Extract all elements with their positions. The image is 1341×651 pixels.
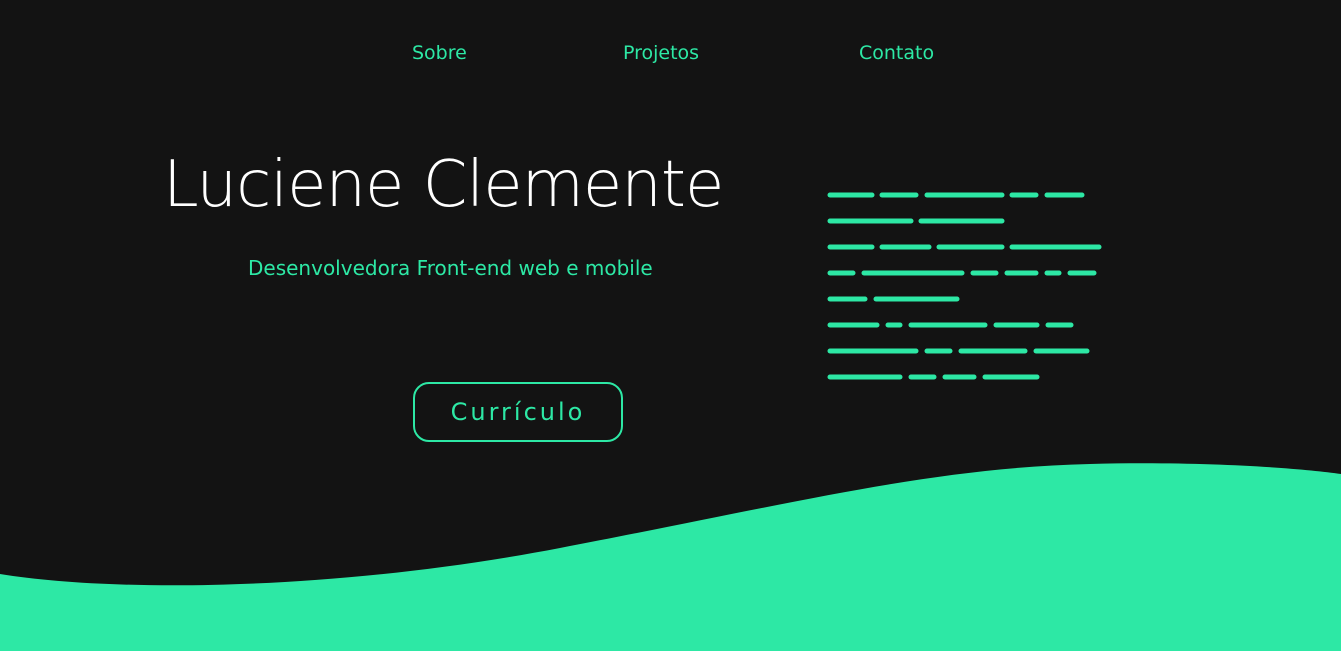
curriculo-button[interactable]: Currículo (413, 382, 623, 442)
top-nav: Sobre Projetos Contato (0, 42, 1341, 68)
nav-link-contato[interactable]: Contato (859, 42, 934, 64)
nav-link-projetos[interactable]: Projetos (623, 42, 699, 64)
wave-background (0, 463, 1341, 651)
hero-subtitle: Desenvolvedora Front-end web e mobile (248, 256, 653, 280)
hero-title: Luciene Clemente (163, 148, 724, 222)
code-lines-icon (827, 192, 1102, 380)
nav-link-sobre[interactable]: Sobre (412, 42, 467, 64)
